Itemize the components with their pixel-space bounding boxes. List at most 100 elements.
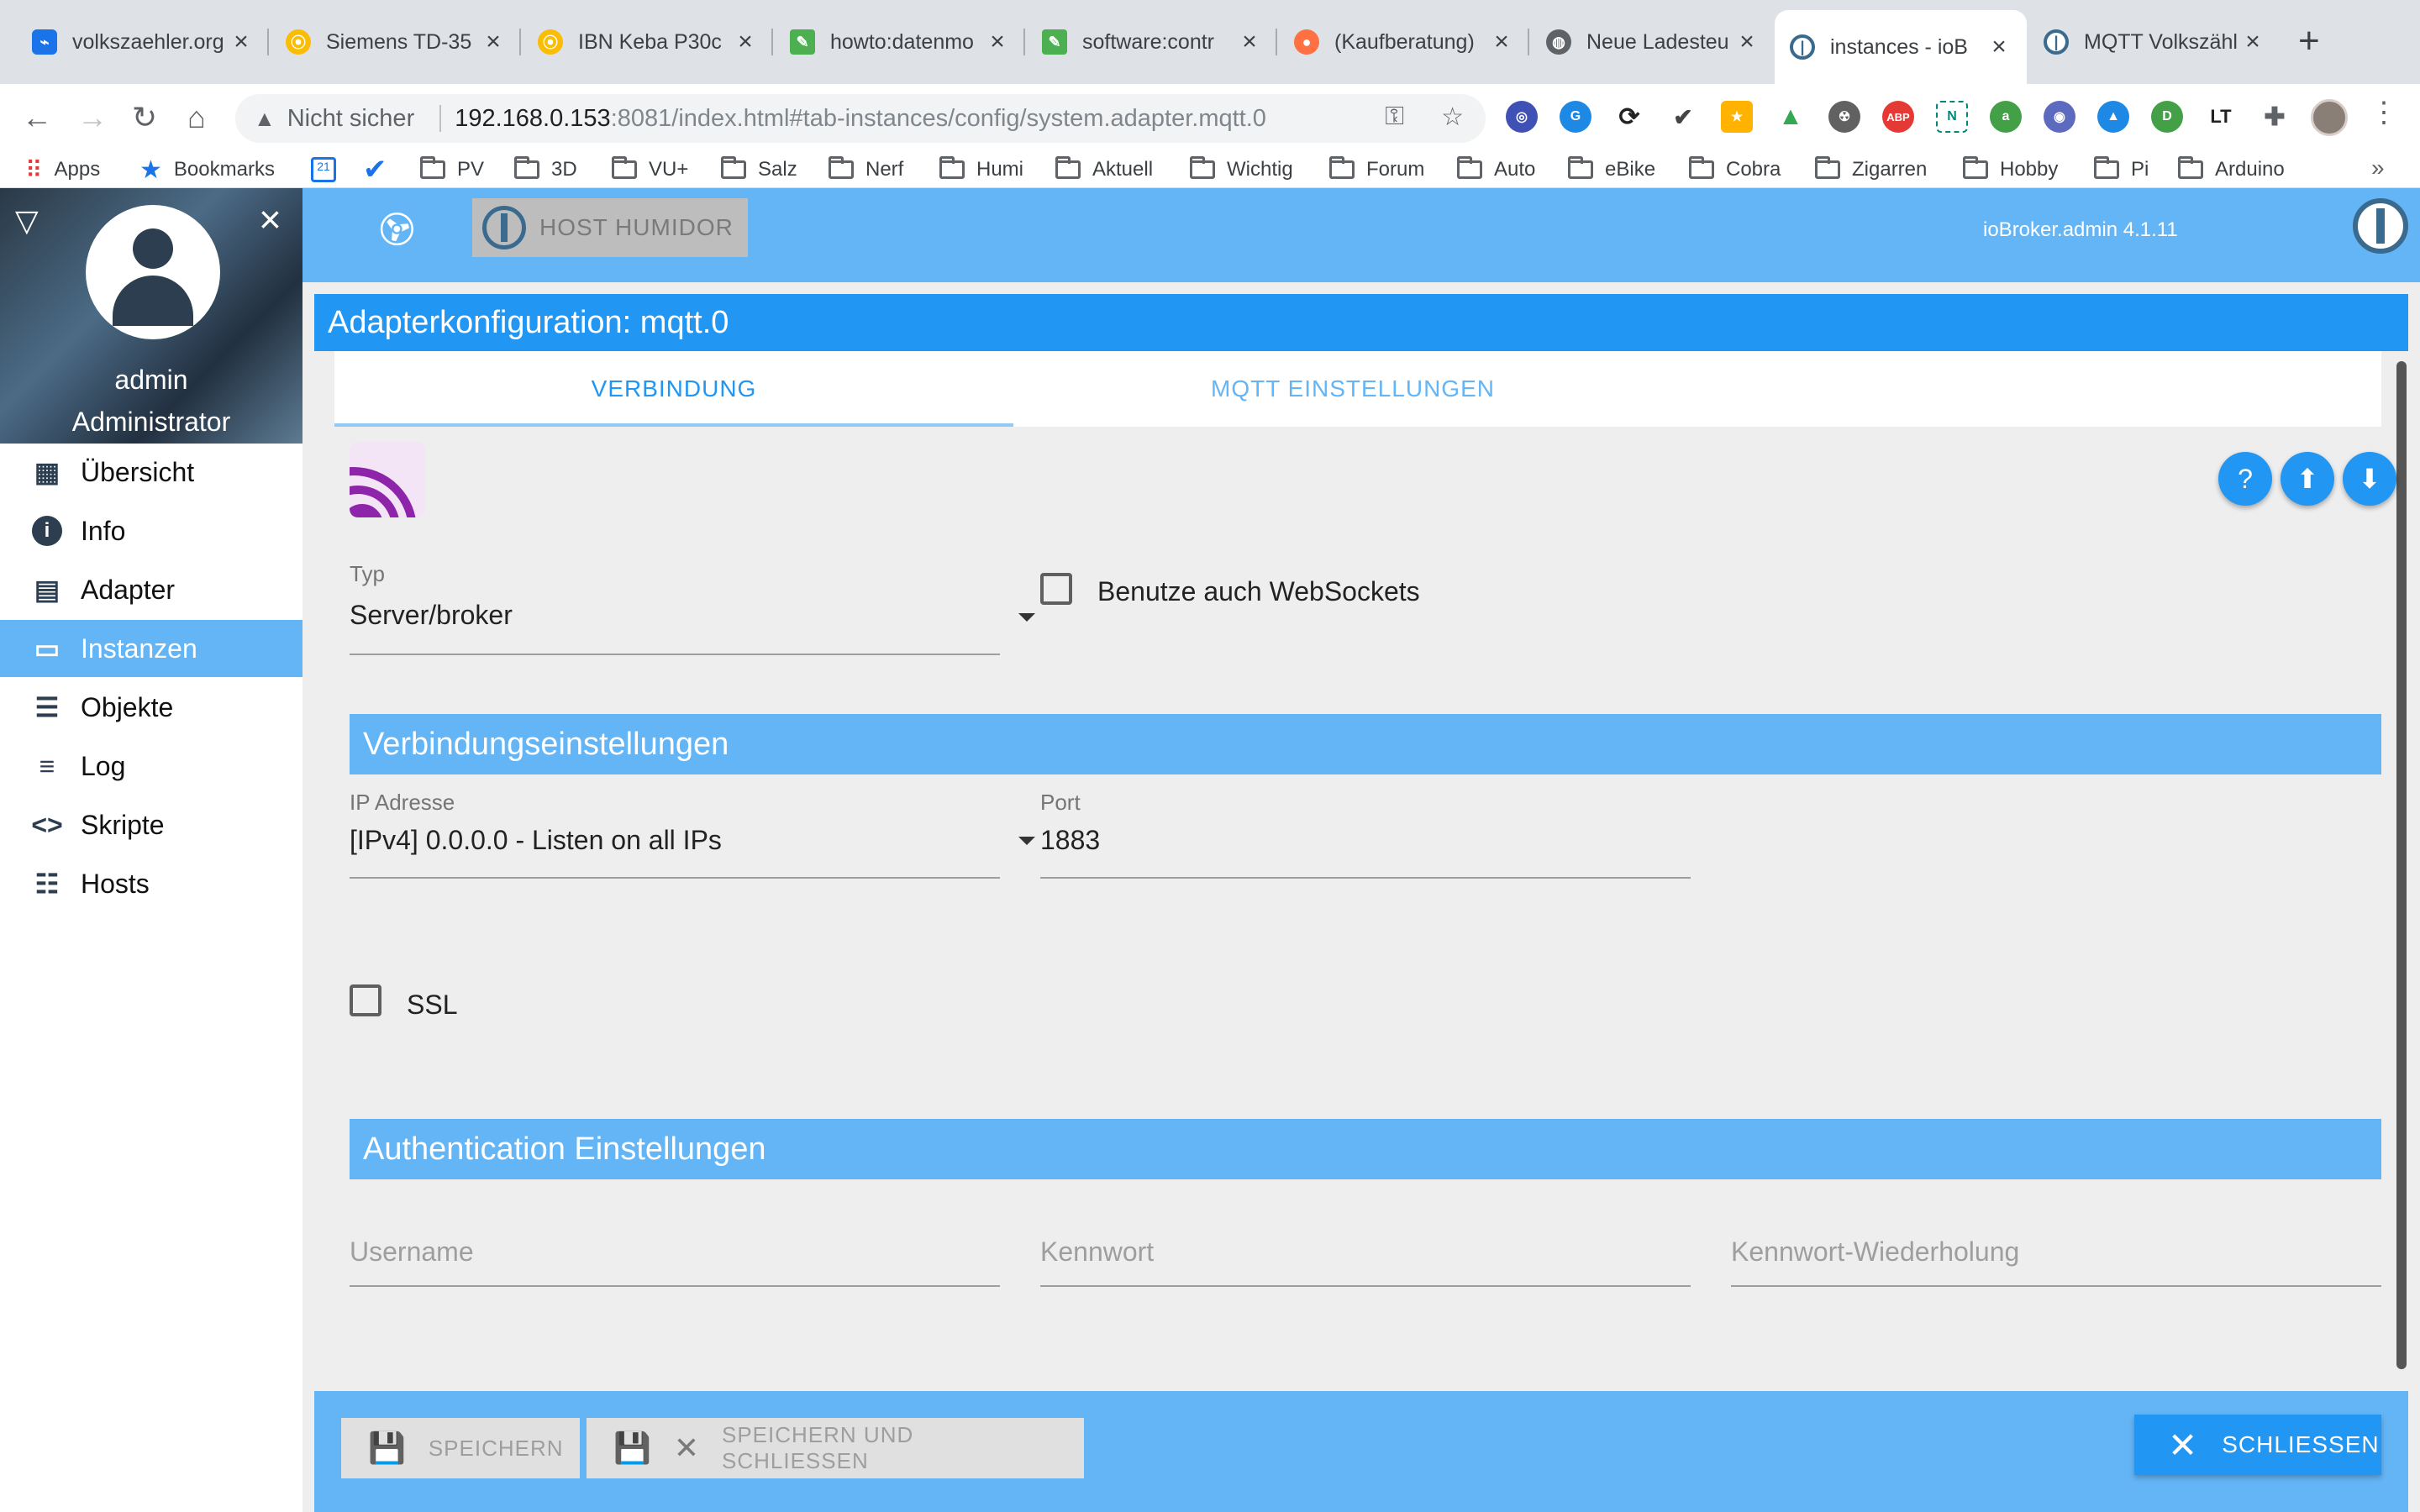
sidebar-item-objekte[interactable]: ☰ Objekte (0, 679, 302, 736)
extension-icon[interactable]: G (1560, 101, 1591, 133)
bookmark-folder[interactable]: Forum (1329, 155, 1424, 185)
sidebar-item-hosts[interactable]: ☷ Hosts (0, 855, 302, 912)
new-tab-plus-icon[interactable]: + (2298, 20, 2320, 62)
sync-icon[interactable]: ⟳ (1613, 101, 1645, 133)
puzzle-icon[interactable]: ✚ (2259, 101, 2291, 133)
download-icon[interactable]: ⬇ (2343, 452, 2396, 506)
extension-icon[interactable]: N (1936, 101, 1968, 133)
extension-icon[interactable]: ◎ (1506, 101, 1538, 133)
close-tab-icon[interactable]: × (1237, 28, 1262, 56)
port-input[interactable]: 1883 (1040, 825, 1100, 856)
save-button[interactable]: 💾 SPEICHERN (341, 1418, 580, 1478)
type-select[interactable]: Server/broker (350, 600, 513, 631)
bookmark-folder[interactable]: Humi (939, 155, 1023, 185)
chevron-double-right-icon[interactable]: » (2371, 155, 2385, 181)
close-tab-icon[interactable]: × (985, 28, 1010, 56)
star-icon[interactable]: ☆ (1441, 102, 1464, 132)
profile-avatar[interactable] (2311, 99, 2348, 136)
close-tab-icon[interactable]: × (733, 28, 758, 56)
bookmark-folder[interactable]: Arduino (2178, 155, 2285, 185)
tab-verbindung[interactable]: VERBINDUNG (334, 351, 1013, 427)
bookmark-folder[interactable]: Cobra (1689, 155, 1781, 185)
bookmark-bookmarks[interactable]: ★ Bookmarks (139, 155, 275, 185)
key-icon[interactable]: ⚿ (1385, 102, 1404, 132)
websockets-checkbox[interactable] (1040, 573, 1072, 605)
browser-tab[interactable]: ● (Kaufberatung) × (1279, 12, 1529, 72)
back-arrow-icon[interactable]: ← (18, 99, 55, 136)
extension-icon[interactable]: ◉ (2044, 101, 2075, 133)
close-tab-icon[interactable]: × (481, 28, 506, 56)
sidebar-item-label: Objekte (81, 691, 174, 722)
bookmark-folder[interactable]: eBike (1568, 155, 1655, 185)
extension-icon[interactable]: ✔ (1667, 101, 1699, 133)
bookmark-apps[interactable]: ⠿ Apps (25, 155, 100, 185)
sidebar-item-uebersicht[interactable]: ▦ Übersicht (0, 444, 302, 501)
close-button[interactable]: ✕ SCHLIESSEN (2134, 1415, 2381, 1475)
username-input[interactable]: Username (350, 1236, 474, 1268)
extension-icon[interactable]: D (2151, 101, 2183, 133)
address-bar[interactable]: ▲ Nicht sicher 192.168.0.153:8081/index.… (235, 94, 1486, 143)
kebab-menu-icon[interactable]: ⋮ (2370, 96, 2398, 129)
checkmark-icon[interactable]: ✔ (363, 154, 387, 186)
bookmark-folder[interactable]: Nerf (829, 155, 903, 185)
bookmark-folder[interactable]: Auto (1457, 155, 1535, 185)
save-and-close-button[interactable]: 💾 ✕ SPEICHERN UND SCHLIESSEN (587, 1418, 1084, 1478)
browser-tab[interactable]: ◍ Neue Ladesteu × (1531, 12, 1775, 72)
sidebar-item-info[interactable]: i Info (0, 502, 302, 559)
wrench-icon[interactable]: ✇ (367, 199, 429, 260)
help-icon[interactable]: ? (2218, 452, 2272, 506)
home-icon[interactable]: ⌂ (178, 99, 215, 136)
forward-arrow-icon[interactable]: → (74, 99, 111, 136)
extension-icon[interactable]: ☢ (1828, 101, 1860, 133)
close-tab-icon[interactable]: × (1734, 28, 1760, 56)
tab-mqtt-einstellungen[interactable]: MQTT EINSTELLUNGEN (1013, 351, 1692, 427)
sidebar-item-skripte[interactable]: <> Skripte (0, 796, 302, 853)
sidebar-item-adapter[interactable]: ▤ Adapter (0, 561, 302, 618)
host-selector-button[interactable]: HOST HUMIDOR (472, 198, 748, 257)
folder-icon (1568, 156, 1593, 179)
adblock-icon[interactable]: ABP (1882, 101, 1914, 133)
bookmark-folder[interactable]: Hobby (1963, 155, 2058, 185)
close-icon[interactable]: × (259, 197, 281, 242)
bookmark-folder[interactable]: Wichtig (1190, 155, 1293, 185)
sidebar-item-instanzen[interactable]: ▭ Instanzen (0, 620, 302, 677)
calendar-icon[interactable]: 21 (311, 155, 336, 185)
upload-icon[interactable]: ⬆ (2281, 452, 2334, 506)
extension-icon[interactable]: ★ (1721, 101, 1753, 133)
extension-icon[interactable]: a (1990, 101, 2022, 133)
extension-icon[interactable]: LT (2205, 101, 2237, 133)
google-drive-icon[interactable]: ▲ (1775, 101, 1807, 133)
close-tab-icon[interactable]: × (1489, 28, 1514, 56)
scrollbar[interactable] (2396, 361, 2407, 1369)
browser-tab[interactable]: ⦿ Siemens TD-35 × (271, 12, 521, 72)
bookmark-folder[interactable]: Aktuell (1055, 155, 1153, 185)
bookmark-folder[interactable]: 3D (514, 155, 577, 185)
browser-tab[interactable]: | MQTT Volkszähl × (2028, 12, 2281, 72)
close-tab-icon[interactable]: × (2240, 28, 2265, 56)
bookmark-folder[interactable]: PV (420, 155, 484, 185)
triangle-down-icon[interactable]: ▽ (15, 203, 39, 239)
iobroker-app: ▽ × admin Administrator ▦ Übersicht i In… (0, 188, 2420, 1512)
browser-tab[interactable]: ✎ howto:datenmo × (775, 12, 1025, 72)
ip-select[interactable]: [IPv4] 0.0.0.0 - Listen on all IPs (350, 825, 722, 856)
bookmark-folder[interactable]: VU+ (612, 155, 688, 185)
ssl-checkbox[interactable] (350, 984, 381, 1016)
dropdown-caret-icon[interactable] (1018, 837, 1035, 845)
bookmark-folder[interactable]: Pi (2094, 155, 2149, 185)
password-repeat-input[interactable]: Kennwort-Wiederholung (1731, 1236, 2019, 1268)
sidebar-item-log[interactable]: ≡ Log (0, 738, 302, 795)
browser-tab[interactable]: ⌁ volkszaehler.org × (17, 12, 269, 72)
reload-icon[interactable]: ↻ (126, 99, 163, 136)
extension-icon[interactable]: ▲ (2097, 101, 2129, 133)
grid-icon: ▦ (34, 457, 60, 487)
browser-tab[interactable]: ⦿ IBN Keba P30c × (523, 12, 773, 72)
dropdown-caret-icon[interactable] (1018, 613, 1035, 622)
browser-tab-active[interactable]: | instances - ioB × (1775, 10, 2027, 84)
password-input[interactable]: Kennwort (1040, 1236, 1154, 1268)
close-tab-icon[interactable]: × (229, 28, 254, 56)
hosts-icon: ☷ (34, 869, 60, 899)
close-tab-icon[interactable]: × (1986, 33, 2012, 61)
bookmark-folder[interactable]: Zigarren (1815, 155, 1927, 185)
browser-tab[interactable]: ✎ software:contr × (1027, 12, 1277, 72)
bookmark-folder[interactable]: Salz (721, 155, 797, 185)
